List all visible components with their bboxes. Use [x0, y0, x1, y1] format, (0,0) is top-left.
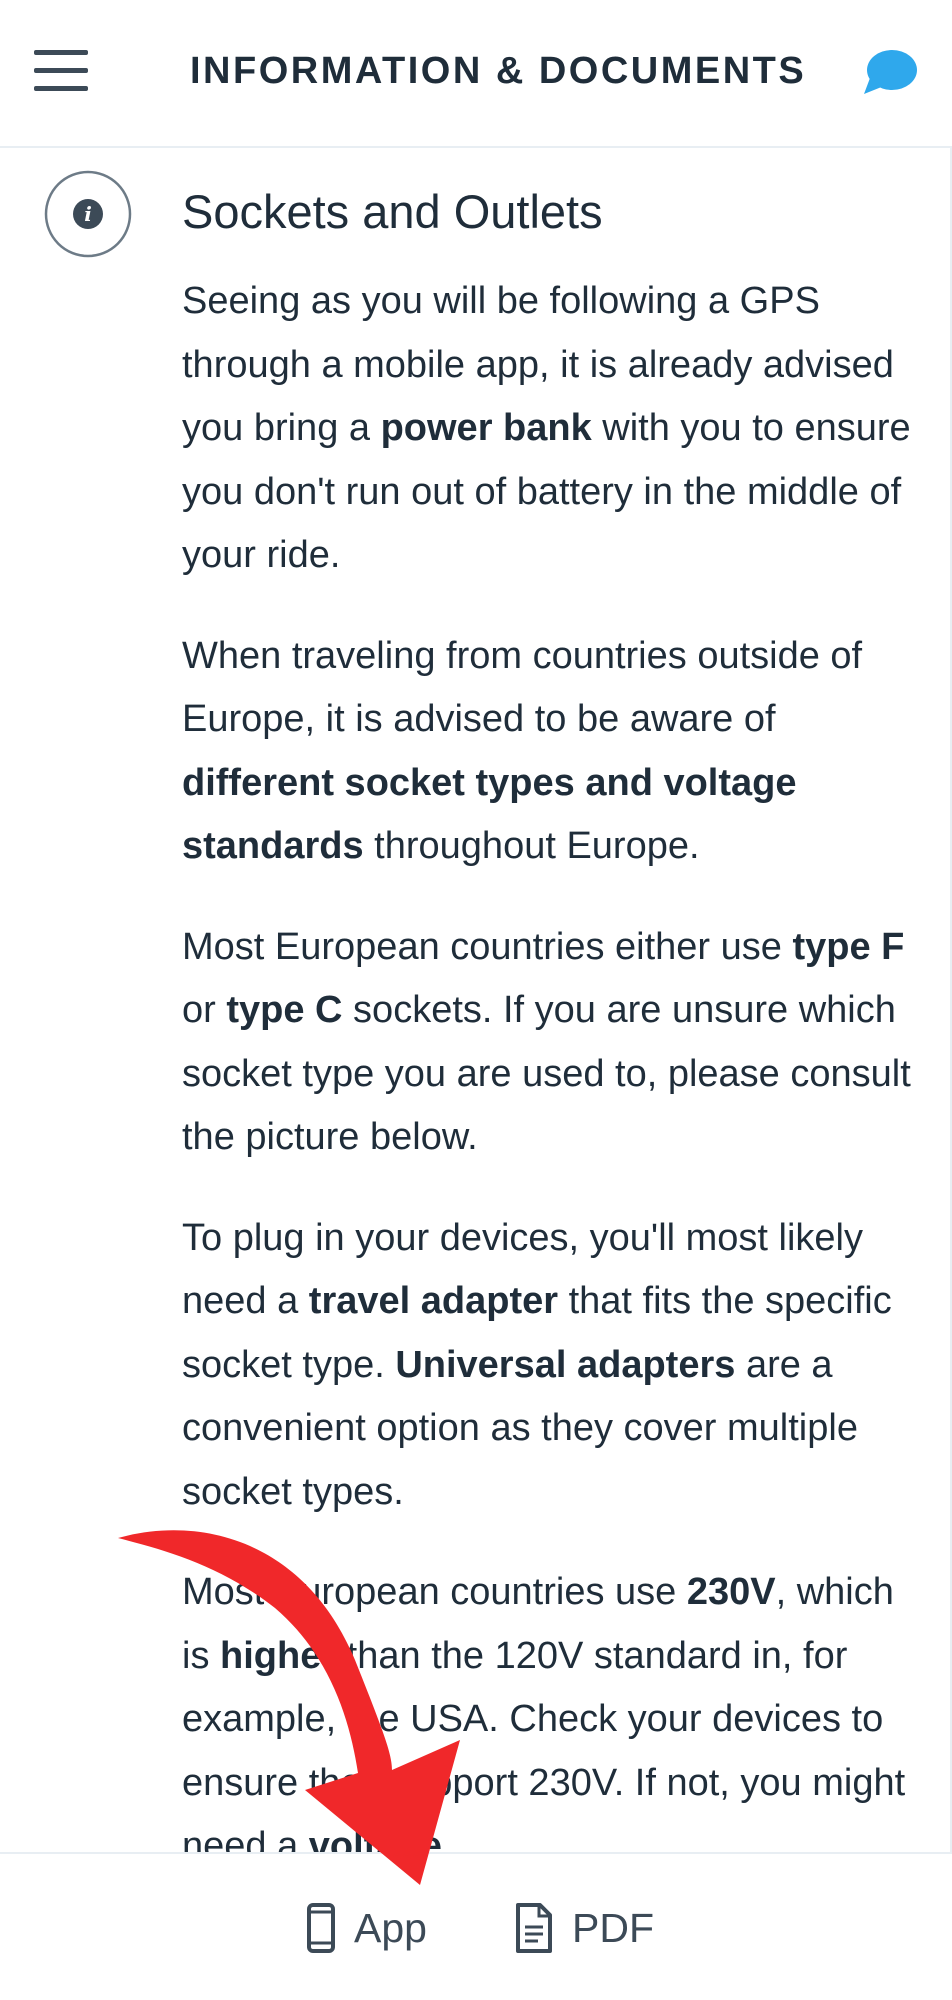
info-icon: i — [44, 170, 132, 258]
section-body: Seeing as you will be following a GPS th… — [182, 270, 922, 1852]
bold-text: type C — [226, 989, 343, 1031]
top-header: INFORMATION & DOCUMENTS — [0, 0, 952, 148]
bold-text: type F — [792, 925, 905, 968]
app-button-label: App — [354, 1904, 427, 1951]
bold-text: travel adapter — [308, 1280, 559, 1322]
document-icon — [516, 1903, 552, 1953]
pdf-button-label: PDF — [572, 1904, 654, 1951]
chat-bubble-icon[interactable] — [862, 48, 918, 98]
bottom-action-bar: App PDF — [0, 1852, 952, 2000]
content-card: i Sockets and Outlets Seeing as you will… — [0, 146, 952, 1852]
bold-text: higher — [220, 1634, 337, 1677]
body-paragraph: To plug in your devices, you'll most lik… — [182, 1207, 922, 1525]
text-run: Most European countries either use — [182, 925, 793, 968]
text-run: Most European countries use — [182, 1571, 687, 1613]
body-paragraph: Most European countries either use type … — [182, 916, 922, 1170]
bold-text: power bank — [380, 407, 592, 449]
body-paragraph: Most European countries use 230V, which … — [182, 1561, 922, 1852]
text-run: When traveling from countries outside of… — [182, 634, 863, 741]
bold-text: Universal adapters — [395, 1343, 736, 1386]
page-title: INFORMATION & DOCUMENTS — [190, 50, 807, 92]
smartphone-icon — [307, 1903, 335, 1953]
hamburger-menu-icon[interactable] — [34, 50, 88, 92]
svg-text:i: i — [84, 202, 92, 226]
body-paragraph: Seeing as you will be following a GPS th… — [182, 270, 922, 588]
app-button[interactable]: App — [306, 1898, 427, 1958]
section-title: Sockets and Outlets — [182, 185, 603, 238]
text-run: throughout Europe. — [363, 825, 700, 867]
bold-text: 230V — [686, 1571, 776, 1613]
bold-text: voltage — [308, 1825, 442, 1852]
pdf-button[interactable]: PDF — [514, 1898, 654, 1958]
body-paragraph: When traveling from countries outside of… — [182, 625, 922, 879]
text-run: or — [182, 989, 227, 1031]
page: INFORMATION & DOCUMENTS i Sockets and Ou… — [0, 0, 952, 2000]
